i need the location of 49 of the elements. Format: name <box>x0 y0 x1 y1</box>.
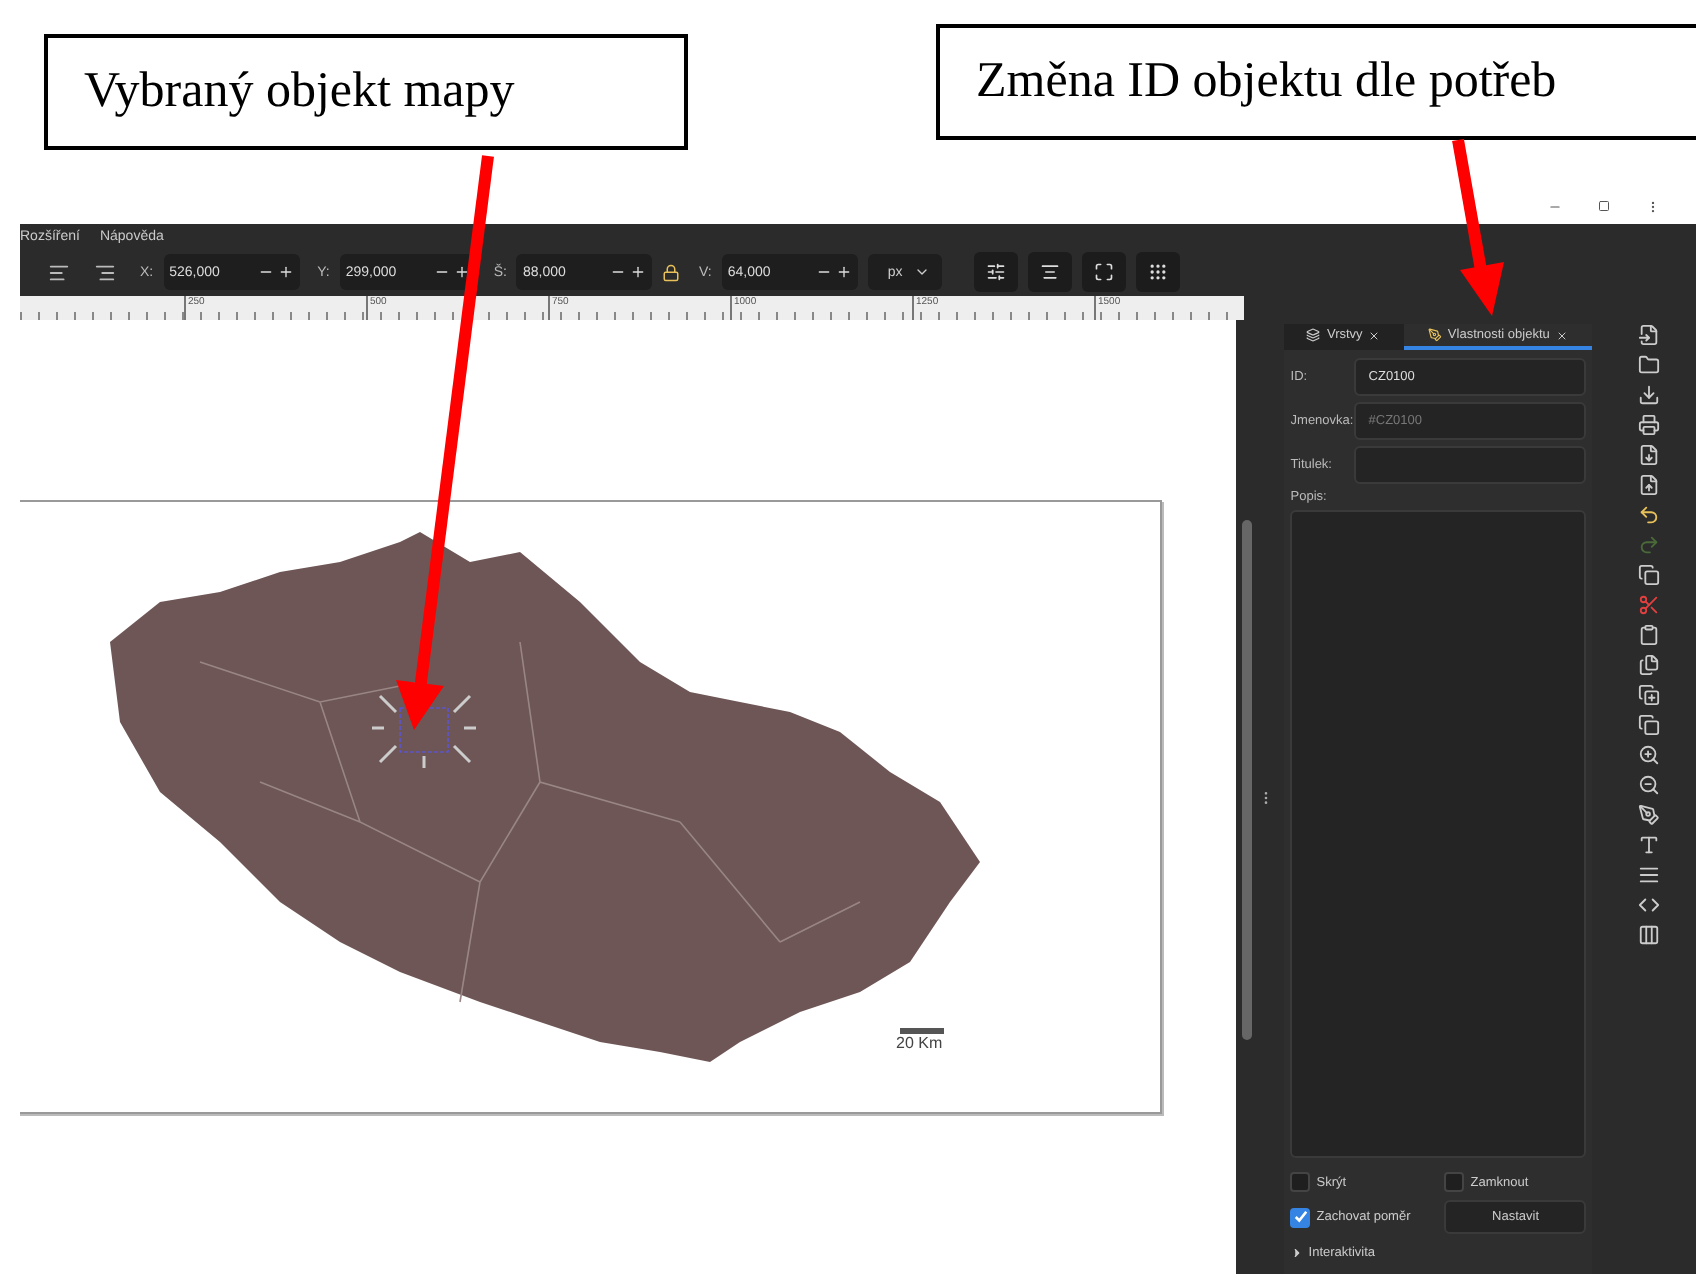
transform-button[interactable] <box>1082 252 1127 292</box>
download-icon[interactable] <box>1637 384 1660 406</box>
export-icon[interactable] <box>1637 474 1660 496</box>
zoom-out-icon[interactable] <box>1637 774 1660 796</box>
checkbox[interactable] <box>1290 1207 1311 1227</box>
undo-icon[interactable] <box>1637 504 1660 526</box>
pen-icon[interactable] <box>1637 804 1660 826</box>
lines-icon <box>1040 262 1061 282</box>
copy-icon[interactable] <box>1637 564 1660 586</box>
annotation-label: Vybraný objekt mapy <box>44 34 688 150</box>
clipboard-icon[interactable] <box>1637 624 1660 646</box>
code-icon[interactable] <box>1637 894 1660 916</box>
printer-icon[interactable] <box>1637 414 1660 436</box>
zoom-in-icon[interactable] <box>1637 744 1660 766</box>
plus-icon[interactable] <box>453 264 470 280</box>
plus-icon[interactable] <box>277 264 294 280</box>
clone-icon[interactable] <box>1637 684 1660 706</box>
duplicate-icon[interactable] <box>1637 654 1660 676</box>
dots-icon <box>1148 262 1169 282</box>
transform-button[interactable] <box>974 252 1019 292</box>
scissors-icon[interactable] <box>1637 594 1660 616</box>
folder-icon[interactable] <box>1637 354 1660 376</box>
copy-icon[interactable] <box>1637 714 1660 736</box>
plus-icon[interactable] <box>835 264 852 280</box>
pen-icon <box>1427 328 1442 342</box>
more-icon[interactable] <box>1646 200 1660 214</box>
maximize-icon[interactable] <box>1598 200 1610 214</box>
scale-bar <box>900 1028 944 1034</box>
sliders-icon <box>986 262 1007 282</box>
close-icon[interactable] <box>1368 329 1381 341</box>
scrollbar-thumb[interactable] <box>1241 520 1252 1040</box>
transform-button[interactable] <box>1136 252 1181 292</box>
lines-icon[interactable] <box>1637 864 1660 886</box>
columns-icon[interactable] <box>1637 924 1660 946</box>
plus-icon[interactable] <box>630 264 647 280</box>
map-drawing[interactable] <box>110 532 980 1062</box>
caret-icon <box>914 264 931 280</box>
scale-label: 20 Km <box>896 1034 943 1052</box>
import-icon[interactable] <box>1637 444 1660 466</box>
text-icon[interactable] <box>1637 834 1660 856</box>
lock-icon[interactable] <box>662 263 681 281</box>
checkbox[interactable] <box>1444 1172 1465 1192</box>
close-icon[interactable] <box>1555 329 1568 341</box>
new-document-icon[interactable] <box>1637 324 1660 346</box>
annotation-label: Změna ID objektu dle potřeb <box>936 24 1696 140</box>
layers-icon <box>1306 328 1321 342</box>
checkbox[interactable] <box>1290 1172 1311 1192</box>
transform-button[interactable] <box>1028 252 1073 292</box>
corners-icon <box>1094 262 1115 282</box>
